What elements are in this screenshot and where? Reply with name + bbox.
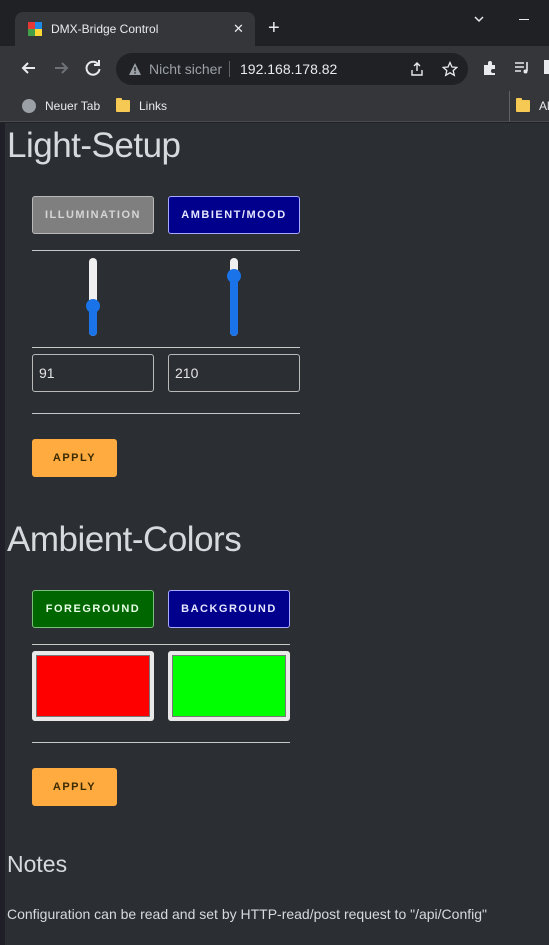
security-label[interactable]: Nicht sicher [149, 61, 222, 77]
ambient-slider-thumb[interactable] [227, 269, 241, 284]
ambient-slider[interactable] [227, 258, 241, 336]
minimize-window-button[interactable] [519, 19, 529, 20]
notes-title: Notes [7, 851, 68, 877]
divider [32, 644, 290, 645]
chevron-down-icon[interactable] [472, 12, 486, 26]
globe-icon [22, 99, 36, 113]
light-setup-title: Light-Setup [7, 126, 181, 165]
browser-tab[interactable]: DMX-Bridge Control ✕ [15, 12, 255, 46]
illumination-slider-thumb[interactable] [86, 299, 100, 314]
extensions-puzzle-icon[interactable] [482, 60, 498, 76]
bookmark-label: Neuer Tab [45, 99, 101, 113]
media-queue-icon[interactable] [514, 60, 530, 76]
ambient-mood-button[interactable]: AMBIENT/MOOD [168, 196, 300, 234]
forward-arrow-icon[interactable] [51, 58, 71, 78]
warning-icon[interactable] [128, 62, 142, 76]
colors-apply-button[interactable]: APPLY [32, 768, 117, 806]
divider [32, 742, 290, 743]
background-color-picker[interactable] [168, 651, 290, 721]
tab-strip: DMX-Bridge Control ✕ + [0, 0, 549, 46]
share-icon[interactable] [409, 61, 425, 77]
foreground-color-picker[interactable] [32, 651, 154, 721]
foreground-color-swatch [36, 655, 150, 717]
bookmark-links[interactable]: Links [116, 97, 167, 115]
background-color-swatch [172, 655, 286, 717]
bookmark-neuer-tab[interactable]: Neuer Tab [22, 97, 100, 115]
bookmark-label: Links [139, 99, 168, 113]
background-button[interactable]: BACKGROUND [168, 590, 290, 628]
ambient-slider-fill [230, 276, 238, 336]
address-bar[interactable]: Nicht sicher 192.168.178.82 [116, 53, 468, 85]
divider [32, 347, 300, 348]
divider [32, 413, 300, 414]
address-divider [229, 61, 230, 77]
browser-toolbar: Nicht sicher 192.168.178.82 [0, 46, 549, 90]
divider [32, 250, 300, 251]
illumination-slider[interactable] [86, 258, 100, 336]
bookmark-star-icon[interactable] [442, 61, 458, 77]
bookmark-al[interactable]: Al [509, 91, 549, 121]
page-content: Light-Setup ILLUMINATION AMBIENT/MOOD AP… [5, 123, 549, 945]
reload-icon[interactable] [83, 58, 103, 78]
folder-icon [516, 98, 530, 112]
light-apply-button[interactable]: APPLY [32, 439, 117, 477]
ambient-colors-title: Ambient-Colors [7, 520, 242, 559]
ambient-value-input[interactable] [168, 354, 300, 392]
bookmarks-bar: Neuer Tab Links Al [0, 90, 549, 122]
close-tab-icon[interactable]: ✕ [233, 21, 244, 37]
tab-title: DMX-Bridge Control [51, 22, 159, 36]
url-text[interactable]: 192.168.178.82 [240, 61, 337, 77]
profile-partial-icon[interactable] [544, 60, 549, 74]
new-tab-button[interactable]: + [268, 18, 280, 38]
dmx-favicon-icon [28, 22, 42, 36]
back-arrow-icon[interactable] [19, 58, 39, 78]
notes-text: Configuration can be read and set by HTT… [7, 906, 487, 922]
illumination-value-input[interactable] [32, 354, 154, 392]
folder-icon [116, 98, 130, 112]
bookmark-label: Al [539, 99, 549, 113]
foreground-button[interactable]: FOREGROUND [32, 590, 154, 628]
illumination-button[interactable]: ILLUMINATION [32, 196, 154, 234]
